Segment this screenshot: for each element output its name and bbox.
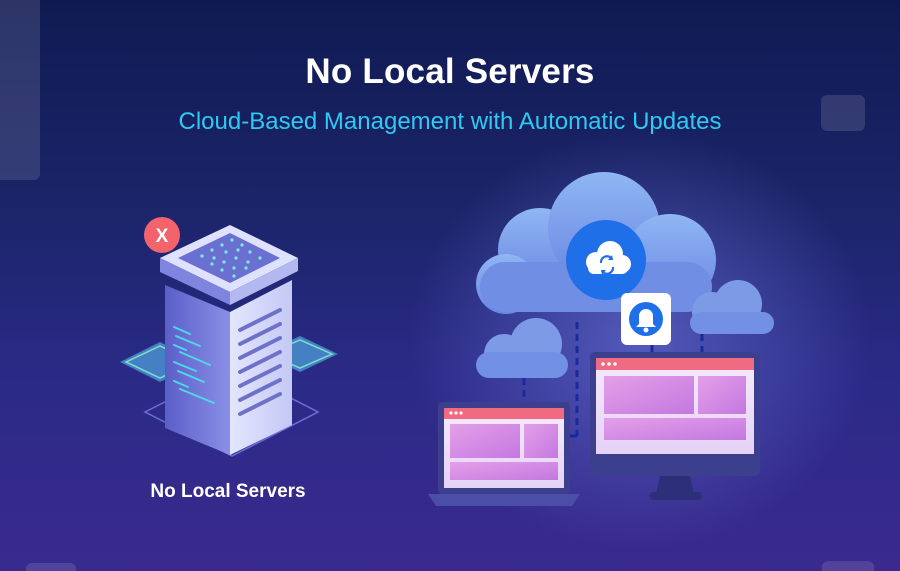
server-front-face [165,285,230,455]
error-badge-label: X [156,226,169,247]
small-cloud-left [476,318,568,378]
server-side-face [230,280,292,455]
desktop-monitor [590,352,760,500]
server-caption: No Local Servers [150,481,306,502]
laptop [428,402,580,506]
server-illustration: X [120,217,338,457]
cloud-illustration [428,172,774,506]
feature-banner: No Local Servers Cloud-Based Management … [0,0,900,571]
